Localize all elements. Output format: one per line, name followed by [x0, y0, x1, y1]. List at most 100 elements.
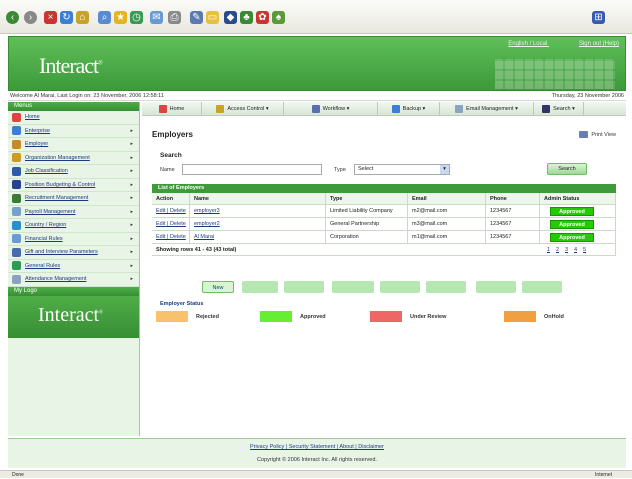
extra-icon[interactable]: ♠ [272, 11, 285, 24]
menu-label: Backup ▾ [402, 106, 426, 112]
chevron-right-icon: ▸ [130, 276, 133, 283]
legend-swatch [370, 311, 402, 322]
sidebar-item-label: Attendance Management [25, 276, 87, 283]
tools-icon[interactable]: ✿ [256, 11, 269, 24]
print-icon[interactable]: ⎙ [168, 11, 181, 24]
legend-label: Under Review [410, 314, 447, 320]
chevron-right-icon: ▸ [130, 208, 133, 215]
new-button[interactable]: New [202, 281, 234, 293]
page-link[interactable]: 3 [565, 247, 568, 253]
sidebar-item-home[interactable]: Home [8, 111, 139, 125]
menu-home[interactable]: Home [142, 102, 202, 116]
search-heading: Search [160, 152, 182, 159]
disabled-button [426, 281, 466, 293]
stop-icon[interactable]: × [44, 11, 57, 24]
search-button[interactable]: Search [547, 163, 587, 175]
mail-icon[interactable]: ✉ [150, 11, 163, 24]
name-input[interactable] [182, 164, 322, 175]
messenger-icon[interactable]: ◆ [224, 11, 237, 24]
sidebar-item-icon [12, 207, 21, 217]
legend-label: Rejected [196, 314, 219, 320]
my-logo-heading: My Logo [8, 286, 139, 296]
table-cell-email: m1@mail.com [408, 231, 486, 244]
sidebar-item-icon [12, 112, 21, 122]
sidebar-item-country-region[interactable]: Country / Region ▸ [8, 219, 139, 233]
disabled-button [476, 281, 516, 293]
edit-icon[interactable]: ✎ [190, 11, 203, 24]
table-cell-name[interactable]: Al Marai [190, 231, 326, 244]
employer-name-link[interactable]: employer2 [194, 221, 220, 227]
page-link[interactable]: 2 [556, 247, 559, 253]
edit-delete-link[interactable]: Edit | Delete [156, 208, 186, 214]
employer-name-link[interactable]: employer3 [194, 208, 220, 214]
chevron-down-icon: ▾ [440, 165, 449, 174]
employer-name-link[interactable]: Al Marai [194, 234, 214, 240]
page-link[interactable]: 4 [574, 247, 577, 253]
sidebar-item-recruitment-management[interactable]: Recruitment Management ▸ [8, 192, 139, 206]
header-links: English / Local Sign out (Help) [478, 41, 619, 47]
sidebar-item-organization-management[interactable]: Organization Management ▸ [8, 152, 139, 165]
table-cell-action[interactable]: Edit | Delete [152, 205, 190, 218]
chevron-right-icon: ▸ [130, 168, 133, 175]
history-icon[interactable]: ◷ [130, 11, 143, 24]
table-caption: List of Employers [152, 184, 616, 193]
chevron-right-icon: ▸ [130, 262, 133, 269]
browser-search-icon[interactable]: ⌕ [98, 11, 111, 24]
type-select[interactable]: Select ▾ [354, 164, 450, 175]
sidebar-item-label: Employer [25, 141, 49, 148]
sidebar-item-job-classification[interactable]: Job Classification ▸ [8, 165, 139, 179]
refresh-icon[interactable]: ↻ [60, 11, 73, 24]
sidebar-item-label: General Rules [25, 262, 61, 269]
forward-icon[interactable]: › [24, 11, 37, 24]
page-link[interactable]: 1 [547, 247, 550, 253]
status-badge: Approved [550, 220, 594, 229]
research-icon[interactable]: ♣ [240, 11, 253, 24]
menu-label: Search ▾ [553, 106, 575, 112]
menu-workflow[interactable]: Workflow ▾ [284, 102, 378, 116]
menu-backup[interactable]: Backup ▾ [378, 102, 440, 116]
home-browser-icon[interactable]: ⌂ [76, 11, 89, 24]
sidebar-item-label: Recruitment Management [25, 195, 89, 202]
type-label: Type [334, 167, 346, 173]
sidebar-item-general-rules[interactable]: General Rules ▸ [8, 260, 139, 273]
menu-email[interactable]: Email Management ▾ [440, 102, 534, 116]
table-cell-name[interactable]: employer3 [190, 205, 326, 218]
edit-delete-link[interactable]: Edit | Delete [156, 221, 186, 227]
edit-delete-link[interactable]: Edit | Delete [156, 234, 186, 240]
sidebar-item-icon [12, 193, 21, 203]
chevron-right-icon: ▸ [130, 127, 133, 134]
sidebar-item-payroll-management[interactable]: Payroll Management ▸ [8, 206, 139, 219]
sidebar-item-position-budgeting-control[interactable]: Position Budgeting & Control ▸ [8, 179, 139, 192]
language-link[interactable]: English / Local [508, 41, 547, 47]
table-cell-name[interactable]: employer2 [190, 218, 326, 231]
column-header: Action [152, 193, 190, 205]
sidebar-item-financial-rules[interactable]: Financial Rules ▸ [8, 233, 139, 246]
menu-label: Workflow ▾ [322, 106, 350, 112]
print-view-link[interactable]: Print View [579, 131, 616, 138]
legend-label: Approved [300, 314, 326, 320]
sidebar-item-gift-and-interview-parameters[interactable]: Gift and Interview Parameters ▸ [8, 246, 139, 260]
app-logo: Interact® [39, 53, 103, 78]
menu-key[interactable]: Access Control ▾ [202, 102, 284, 116]
signout-link[interactable]: Sign out (Help) [579, 41, 619, 47]
column-header: Type [326, 193, 408, 205]
back-icon[interactable]: ‹ [6, 11, 19, 24]
disabled-button [284, 281, 324, 293]
menu-search[interactable]: Search ▾ [534, 102, 584, 116]
table-cell-action[interactable]: Edit | Delete [152, 218, 190, 231]
sidebar-item-employer[interactable]: Employer ▸ [8, 138, 139, 152]
column-header: Phone [486, 193, 540, 205]
footer-links[interactable]: Privacy Policy | Security Statement | Ab… [8, 444, 626, 450]
sidebar-item-icon [12, 234, 21, 244]
sidebar-item-attendance-management[interactable]: Attendance Management ▸ [8, 273, 139, 287]
sidebar-item-icon [12, 166, 21, 176]
sidebar-item-icon [12, 153, 21, 163]
sidebar-item-label: Country / Region [25, 222, 67, 229]
folder-icon[interactable]: ▭ [206, 11, 219, 24]
table-cell-type: Corporation [326, 231, 408, 244]
chevron-right-icon: ▸ [130, 249, 133, 256]
sidebar-item-enterprise[interactable]: Enterprise ▸ [8, 125, 139, 138]
favorites-icon[interactable]: ★ [114, 11, 127, 24]
page-link[interactable]: 5 [583, 247, 586, 253]
table-cell-action[interactable]: Edit | Delete [152, 231, 190, 244]
